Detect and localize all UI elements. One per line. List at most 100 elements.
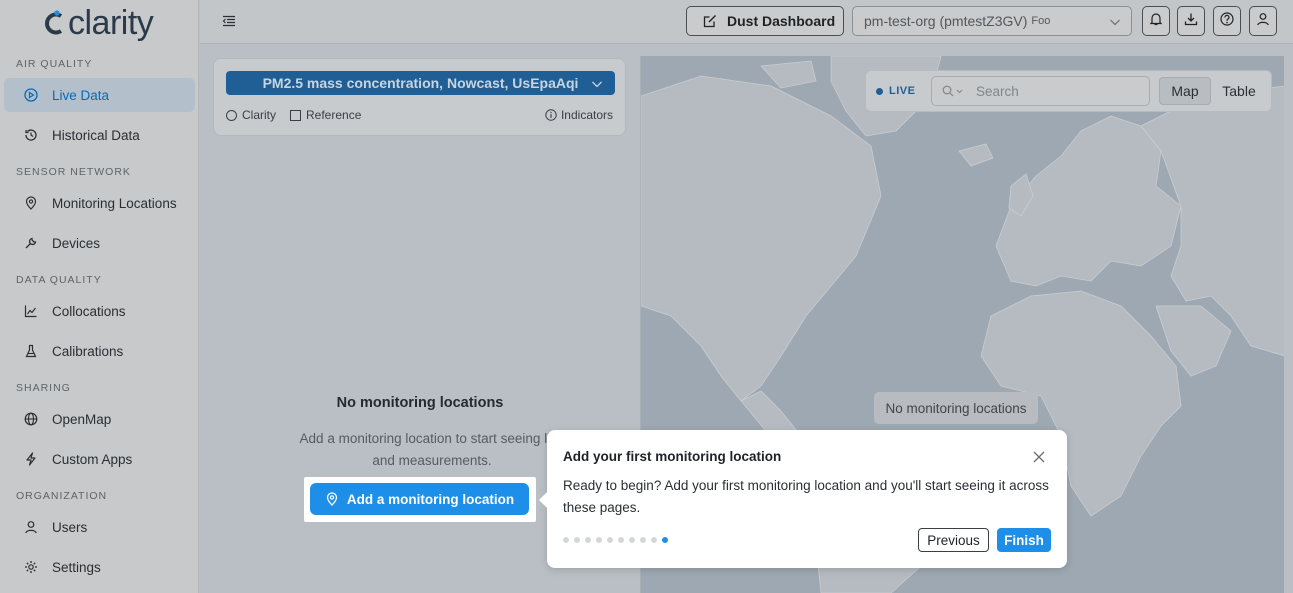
live-indicator: LIVE (876, 85, 915, 97)
tour-body: Ready to begin? Add your first monitorin… (563, 478, 1049, 515)
sidebar-item-label: Live Data (52, 87, 110, 103)
reference-checkbox[interactable]: Reference (290, 108, 361, 122)
indicators-label: Indicators (560, 108, 613, 122)
dust-dashboard-label: Dust Dashboard (727, 13, 836, 29)
tour-step-dot[interactable] (618, 537, 624, 543)
section-label-sharing: SHARING (16, 382, 71, 394)
clarity-logo[interactable]: clarity (44, 4, 154, 42)
download-icon (1184, 12, 1198, 31)
notifications-button[interactable] (1142, 6, 1170, 36)
top-bar: Dust Dashboard pm-test-org (pmtestZ3GV) … (200, 0, 1293, 44)
wrench-icon (24, 236, 38, 250)
flask-icon (24, 344, 38, 358)
tour-step-dot[interactable] (563, 537, 569, 543)
gear-icon (24, 560, 38, 574)
dust-dashboard-button[interactable]: Dust Dashboard (686, 6, 844, 36)
account-icon (1256, 12, 1270, 31)
edit-icon (703, 14, 717, 28)
tour-step-dot[interactable] (574, 537, 580, 543)
previous-button[interactable]: Previous (918, 528, 989, 552)
sidebar-item-devices[interactable]: Devices (4, 226, 195, 260)
add-monitoring-location-label: Add a monitoring location (346, 491, 515, 507)
sidebar-item-label: Settings (52, 559, 101, 575)
search-icon (942, 85, 964, 97)
sidebar-item-monitoring-locations[interactable]: Monitoring Locations (4, 186, 195, 220)
user-icon (24, 520, 38, 534)
account-button[interactable] (1249, 6, 1277, 36)
sidebar-item-label: Devices (52, 235, 101, 251)
tour-step-dot[interactable] (662, 537, 668, 543)
sidebar-item-label: Collocations (52, 303, 126, 319)
sidebar-item-openmap[interactable]: OpenMap (4, 402, 195, 436)
clarity-radio-label: Clarity (242, 108, 277, 122)
organization-select-sub: Foo (1031, 15, 1051, 27)
map-empty-label: No monitoring locations (874, 392, 1038, 424)
chevron-down-icon (1109, 15, 1121, 31)
globe-icon (24, 412, 38, 426)
tour-progress-dots (563, 537, 673, 543)
sidebar-item-label: Historical Data (52, 127, 140, 143)
tab-map[interactable]: Map (1159, 77, 1211, 105)
help-icon (1220, 11, 1234, 31)
pollutant-select[interactable]: PM2.5 mass concentration, Nowcast, UsEpa… (226, 71, 615, 95)
bell-icon (1149, 12, 1163, 31)
radio-circle (226, 109, 237, 121)
sidebar-item-label: OpenMap (52, 411, 112, 427)
location-pin-icon (325, 492, 339, 506)
sidebar: clarity AIR QUALITY Live Data Historical… (0, 0, 199, 593)
indicators-toggle[interactable]: Indicators (545, 108, 613, 122)
section-label-data-quality: DATA QUALITY (16, 274, 102, 286)
download-button[interactable] (1177, 6, 1205, 36)
tour-step-dot[interactable] (629, 537, 635, 543)
sidebar-item-label: Calibrations (52, 343, 124, 359)
tour-step-dot[interactable] (607, 537, 613, 543)
play-circle-icon (24, 88, 38, 102)
tour-step-dot[interactable] (585, 537, 591, 543)
sidebar-item-settings[interactable]: Settings (4, 550, 195, 584)
section-label-sensor-network: SENSOR NETWORK (16, 166, 131, 178)
checkbox-square (290, 109, 301, 121)
organization-select-value: pm-test-org (pmtestZ3GV) (864, 13, 1028, 29)
finish-button[interactable]: Finish (997, 528, 1051, 552)
search-placeholder: Search (976, 83, 1019, 99)
location-pin-icon (24, 196, 38, 210)
tour-popover: Add your first monitoring location Ready… (539, 430, 1067, 568)
sidebar-item-label: Custom Apps (52, 451, 133, 467)
logo-text: clarity (68, 4, 154, 42)
sidebar-item-collocations[interactable]: Collocations (4, 294, 195, 328)
chevron-down-icon (591, 77, 603, 93)
clarity-radio[interactable]: Clarity (226, 108, 276, 122)
section-label-air-quality: AIR QUALITY (16, 58, 93, 70)
organization-select[interactable]: pm-test-org (pmtestZ3GV) Foo (852, 6, 1132, 36)
sidebar-item-calibrations[interactable]: Calibrations (4, 334, 195, 368)
tour-step-dot[interactable] (596, 537, 602, 543)
sidebar-item-custom-apps[interactable]: Custom Apps (4, 442, 195, 476)
clarity-logo-icon (45, 10, 63, 35)
section-label-organization: ORGANIZATION (16, 490, 108, 502)
add-monitoring-location-button[interactable]: Add a monitoring location (310, 483, 529, 515)
filter-card: PM2.5 mass concentration, Nowcast, UsEpa… (213, 58, 626, 136)
help-button[interactable] (1213, 6, 1241, 36)
reference-checkbox-label: Reference (306, 108, 362, 122)
tab-table[interactable]: Table (1213, 77, 1265, 105)
tour-popover-arrow (539, 492, 547, 508)
lightning-icon (24, 452, 38, 466)
history-icon (24, 128, 38, 142)
collapse-menu-icon[interactable] (222, 14, 236, 28)
info-icon (545, 109, 557, 121)
sidebar-item-historical-data[interactable]: Historical Data (4, 118, 195, 152)
tour-step-dot[interactable] (640, 537, 646, 543)
pollutant-select-value: PM2.5 mass concentration, Nowcast, UsEpa… (262, 75, 579, 91)
tour-step-dot[interactable] (651, 537, 657, 543)
sidebar-item-live-data[interactable]: Live Data (4, 78, 195, 112)
sidebar-item-users[interactable]: Users (4, 510, 195, 544)
sidebar-item-label: Monitoring Locations (52, 195, 177, 211)
sidebar-item-label: Users (52, 519, 88, 535)
empty-state-title: No monitoring locations (336, 395, 504, 411)
live-label: LIVE (889, 85, 916, 97)
live-dot (876, 87, 883, 95)
close-icon[interactable] (1032, 450, 1046, 464)
search-input[interactable]: Search (931, 76, 1150, 106)
line-chart-icon (24, 304, 38, 318)
tour-title: Add your first monitoring location (563, 449, 782, 464)
